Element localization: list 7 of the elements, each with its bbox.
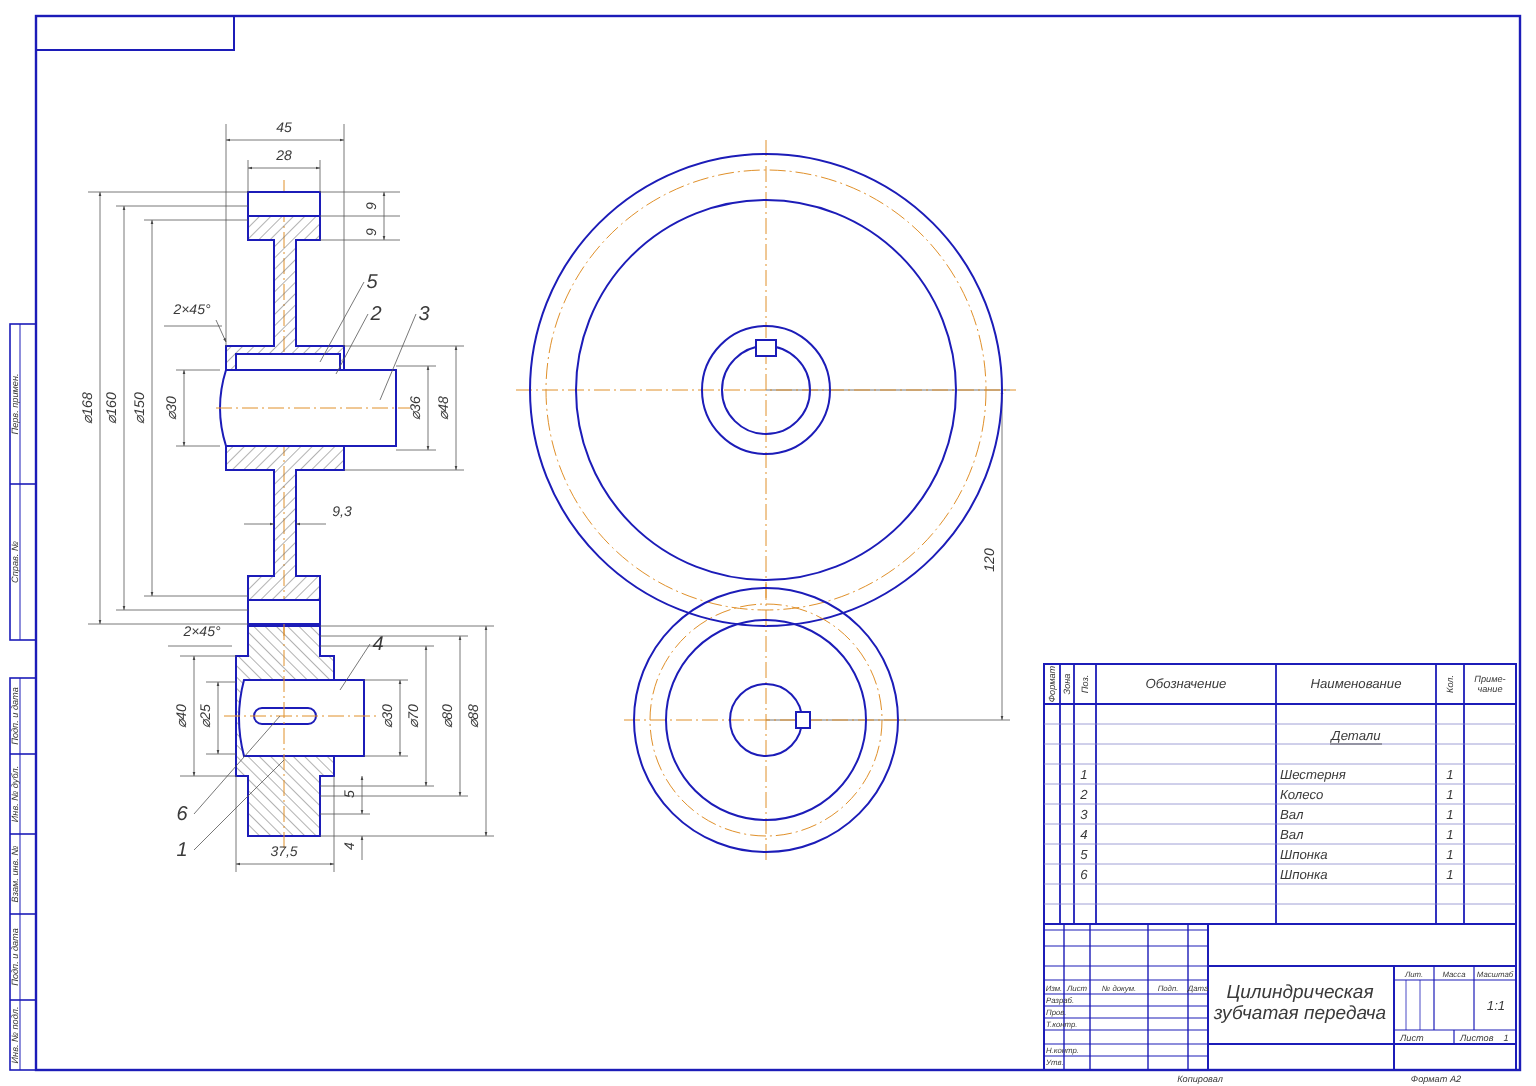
position-number: 1 [176,840,188,862]
position-number: 5 [366,272,378,294]
position-number: 4 [372,634,384,656]
position-number: 2 [370,304,382,326]
position-number: 6 [176,804,188,826]
drawing-title: Цилиндрическая зубчатая передача [1213,982,1387,1025]
position-number: 3 [418,304,430,326]
